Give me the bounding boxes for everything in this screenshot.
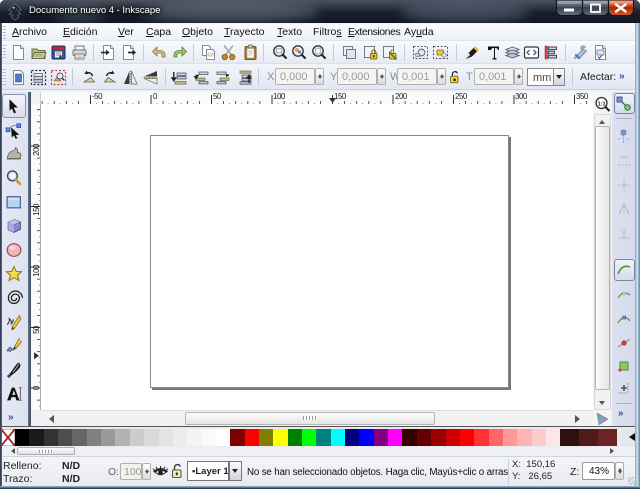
svg-text:1:1: 1:1 xyxy=(598,101,606,107)
